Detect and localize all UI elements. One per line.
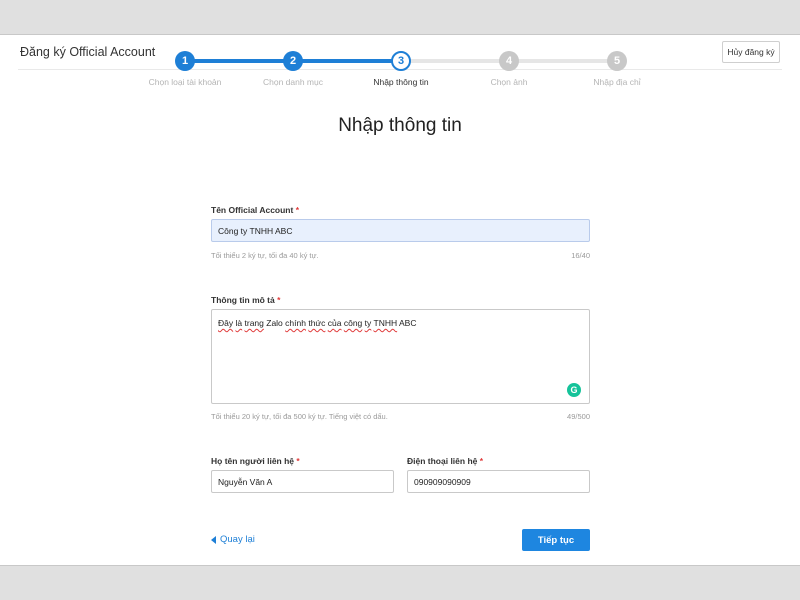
- step-4-circle: 4: [499, 51, 519, 71]
- description-label-text: Thông tin mô tả: [211, 295, 275, 305]
- description-counter: 49/500: [567, 412, 590, 421]
- step-3-circle: 3: [391, 51, 411, 71]
- step-5-circle: 5: [607, 51, 627, 71]
- grammarly-icon[interactable]: G: [567, 383, 581, 397]
- description-text: Đây là trang Zalo chính thức của công ty…: [218, 318, 416, 328]
- oa-name-required-mark: *: [295, 205, 300, 215]
- continue-button[interactable]: Tiếp tục: [522, 529, 590, 551]
- form-title: Nhập thông tin: [338, 115, 462, 136]
- contact-phone-label: Điện thoại liên hệ *: [407, 456, 483, 466]
- description-word: ABC: [397, 318, 417, 328]
- contact-name-label: Họ tên người liên hệ *: [211, 456, 300, 466]
- description-word: thức: [308, 318, 326, 328]
- step-5-label: Nhập địa chỉ: [593, 77, 641, 87]
- oa-name-label: Tên Official Account *: [211, 205, 299, 215]
- contact-phone-label-text: Điện thoại liên hệ: [407, 456, 478, 466]
- description-word: chính: [285, 318, 306, 328]
- contact-name-input[interactable]: Nguyễn Văn A: [211, 470, 394, 493]
- description-word: Zalo: [266, 318, 283, 328]
- description-word: Đây: [218, 318, 234, 328]
- description-required-mark: *: [277, 295, 281, 305]
- back-link-label: Quay lại: [220, 534, 255, 545]
- description-textarea[interactable]: Đây là trang Zalo chính thức của công ty…: [211, 309, 590, 404]
- contact-name-label-text: Họ tên người liên hệ: [211, 456, 295, 466]
- step-4-label: Chọn ảnh: [490, 77, 528, 87]
- chevron-left-icon: [211, 535, 216, 544]
- step-1-circle: 1: [175, 51, 195, 71]
- contact-phone-input[interactable]: 090909090909: [407, 470, 590, 493]
- description-label: Thông tin mô tả *: [211, 295, 280, 305]
- step-1-label: Chọn loại tài khoản: [148, 77, 222, 87]
- description-word: công: [343, 318, 363, 328]
- contact-phone-required-mark: *: [479, 456, 484, 466]
- oa-name-counter: 16/40: [571, 251, 590, 260]
- description-word: TNHH: [373, 318, 398, 328]
- oa-name-label-text: Tên Official Account: [211, 205, 294, 215]
- progress-stepper: 1 2 3 4 5 Chọn loại tài khoản Chọn danh …: [0, 50, 800, 90]
- description-word: của: [327, 318, 342, 328]
- back-link[interactable]: Quay lại: [211, 534, 255, 545]
- step-3-label: Nhập thông tin: [373, 77, 429, 87]
- contact-name-required-mark: *: [296, 456, 300, 466]
- oa-name-input[interactable]: Công ty TNHH ABC: [211, 219, 590, 242]
- description-hint: Tối thiểu 20 ký tự, tối đa 500 ký tự. Ti…: [211, 412, 388, 421]
- step-2-circle: 2: [283, 51, 303, 71]
- app-window: Đăng ký Official Account Hủy đăng ký: [0, 34, 800, 566]
- step-2-label: Chọn danh mục: [262, 77, 323, 87]
- oa-name-hint: Tối thiểu 2 ký tự, tối đa 40 ký tự.: [211, 251, 319, 260]
- description-word: trang: [244, 318, 264, 328]
